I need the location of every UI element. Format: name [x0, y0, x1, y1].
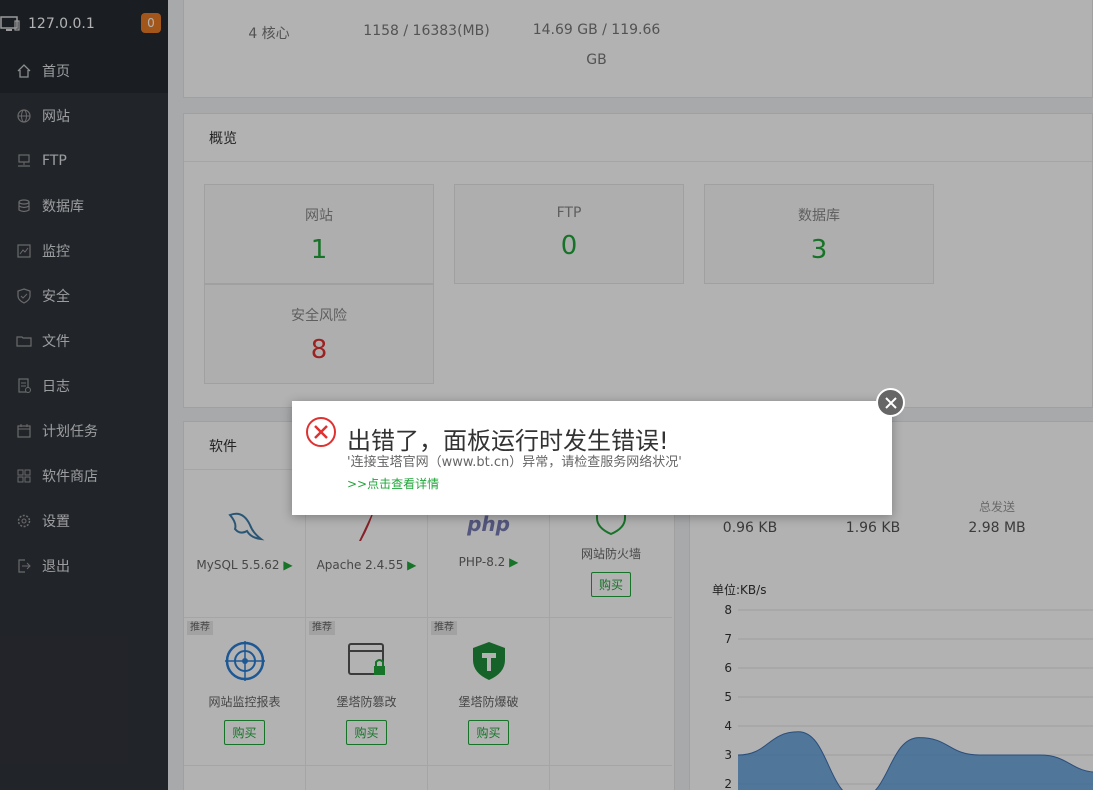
error-message: '连接宝塔官网（www.bt.cn）异常，请检查服务网络状况'	[347, 455, 682, 470]
details-link[interactable]: >>点击查看详情	[347, 475, 439, 492]
modal-overlay[interactable]	[0, 0, 1093, 790]
error-dialog: 出错了，面板运行时发生错误! '连接宝塔官网（www.bt.cn）异常，请检查服…	[292, 401, 892, 515]
close-button[interactable]	[876, 388, 905, 417]
close-icon	[884, 396, 897, 409]
error-icon	[306, 417, 336, 447]
